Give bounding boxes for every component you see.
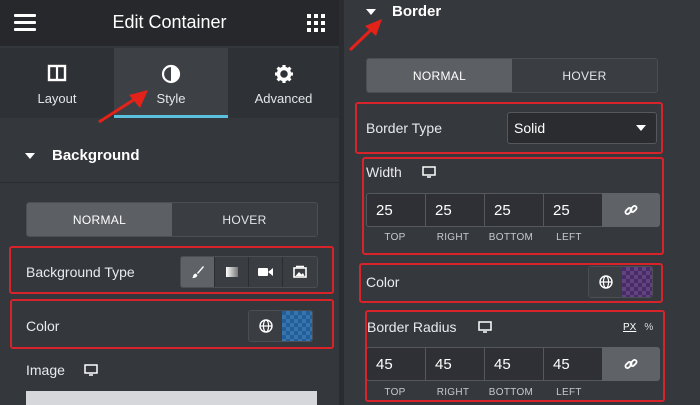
panel-header: Edit Container xyxy=(0,0,339,46)
border-radius-highlight xyxy=(365,310,665,402)
tab-advanced[interactable]: Advanced xyxy=(228,48,339,118)
background-color-highlight xyxy=(10,299,334,349)
red-arrow-annotation xyxy=(96,86,152,126)
image-picker[interactable] xyxy=(26,391,317,405)
normal-tab[interactable]: NORMAL xyxy=(27,203,172,236)
editor-panel: Edit Container Layout Style Advanced Bac… xyxy=(0,0,339,405)
border-color-highlight xyxy=(359,263,663,303)
image-label: Image xyxy=(26,362,65,378)
hover-tab[interactable]: HOVER xyxy=(172,203,317,236)
width-highlight xyxy=(362,157,664,255)
panel-tabs: Layout Style Advanced xyxy=(0,48,339,118)
caret-down-icon xyxy=(25,153,35,159)
grid-icon[interactable] xyxy=(307,14,325,32)
style-icon xyxy=(114,64,228,84)
layout-icon xyxy=(0,64,114,84)
border-type-highlight xyxy=(355,102,663,154)
background-section-header[interactable]: Background xyxy=(0,130,339,183)
background-type-highlight xyxy=(9,246,334,294)
panel-title: Edit Container xyxy=(112,12,227,32)
border-state-toggle: NORMAL HOVER xyxy=(366,58,658,93)
desktop-icon[interactable] xyxy=(84,364,98,376)
background-state-toggle: NORMAL HOVER xyxy=(26,202,318,237)
hover-tab[interactable]: HOVER xyxy=(512,59,657,92)
red-arrow-annotation xyxy=(346,14,388,54)
border-section-title[interactable]: Border xyxy=(392,3,441,20)
gear-icon xyxy=(228,64,339,84)
normal-tab[interactable]: NORMAL xyxy=(367,59,512,92)
